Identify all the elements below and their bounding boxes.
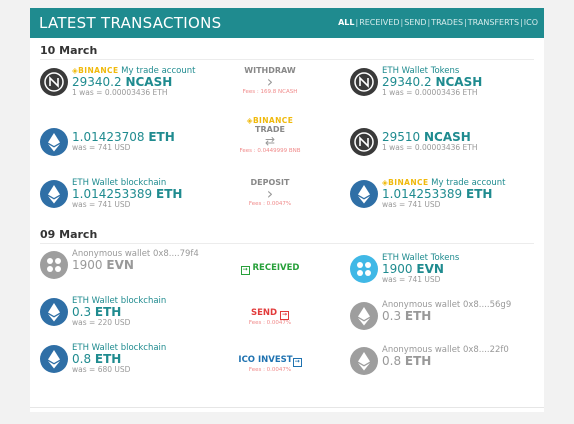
tx-from-account[interactable]: ETH Wallet blockchain 0.3 ETH was = 220 … — [40, 296, 200, 332]
panel-header: LATEST TRANSACTIONS ALL|RECEIVED|SEND|TR… — [30, 8, 544, 38]
rate-text: 1 was = 0.00003436 ETH — [382, 143, 478, 152]
amount-value: 1.014253389 — [72, 187, 153, 201]
amount-unit: EVN — [106, 258, 134, 272]
tx-action-trade[interactable]: ◈BINANCE TRADE ⇄ Fees : 0.0449999 BNB — [210, 116, 330, 154]
send-icon: → — [280, 311, 290, 320]
fees-text: Fees : 169.8 NCASH — [242, 89, 298, 95]
filter-ico[interactable]: ICO — [524, 18, 538, 27]
tx-from-account[interactable]: ETH Wallet blockchain 1.014253389 ETH wa… — [40, 178, 200, 214]
tx-action-send[interactable]: SEND → Fees : 0.0047% — [210, 308, 330, 326]
tx-from-account[interactable]: 1.01423708 ETH was = 741 USD — [40, 126, 200, 162]
eth-icon — [40, 180, 68, 208]
eth-icon — [350, 302, 378, 330]
panel-title: LATEST TRANSACTIONS — [39, 14, 222, 32]
chevron-right-icon: › — [266, 184, 274, 203]
amount-unit: EVN — [416, 262, 444, 276]
filter-transferts[interactable]: TRANSFERTS — [468, 18, 519, 27]
date-heading: 10 March — [40, 44, 98, 57]
amount-unit: NCASH — [424, 130, 471, 144]
tx-to-account[interactable]: Anonymous wallet 0x8....56g9 0.3 ETH — [350, 300, 511, 336]
amount-unit: ETH — [466, 187, 493, 201]
tx-from-account[interactable]: ◈BINANCE My trade account 29340.2 NCASH … — [40, 66, 200, 102]
action-label: TRADE — [255, 125, 285, 134]
tx-from-account[interactable]: Anonymous wallet 0x8....79f4 1900 EVN — [40, 249, 200, 285]
binance-label: ◈BINANCE — [72, 66, 119, 75]
divider — [40, 59, 534, 60]
amount-value: 1.01423708 — [72, 130, 145, 144]
rate-text: was = 741 USD — [72, 200, 131, 209]
action-label: RECEIVED — [252, 263, 300, 273]
binance-label: ◈BINANCE — [246, 116, 294, 125]
rate-text: was = 741 USD — [72, 143, 131, 152]
rate-text: was = 741 USD — [382, 275, 441, 284]
amount-value: 1900 — [382, 262, 413, 276]
amount-unit: ETH — [148, 130, 175, 144]
amount-unit: ETH — [94, 352, 122, 366]
amount-unit: ETH — [404, 354, 432, 368]
ncash-icon — [350, 68, 378, 96]
amount-value: 1900 — [72, 258, 103, 272]
evn-icon — [40, 251, 68, 279]
amount-unit: ETH — [156, 187, 183, 201]
amount-value: 29340.2 — [72, 75, 122, 89]
divider — [30, 407, 544, 408]
eth-icon — [40, 298, 68, 326]
amount-value: 0.3 — [382, 309, 402, 323]
amount-value: 0.8 — [72, 352, 92, 366]
rate-text: 1 was = 0.00003436 ETH — [382, 88, 478, 97]
rate-text: was = 741 USD — [382, 200, 441, 209]
tx-to-account[interactable]: 29510 NCASH 1 was = 0.00003436 ETH — [350, 126, 510, 162]
swap-icon: ⇄ — [264, 134, 276, 148]
tx-to-account[interactable]: ETH Wallet Tokens 1900 EVN was = 741 USD — [350, 253, 510, 289]
tx-action-deposit[interactable]: DEPOSIT › Fees : 0.0047% — [210, 178, 330, 207]
amount-value: 0.8 — [382, 354, 402, 368]
ncash-icon — [40, 68, 68, 96]
eth-icon — [40, 345, 68, 373]
fees-text: Fees : 0.0047% — [248, 320, 292, 326]
filter-trades[interactable]: TRADES — [431, 18, 463, 27]
invest-icon: → — [292, 358, 302, 367]
tx-to-account[interactable]: Anonymous wallet 0x8....22f0 0.8 ETH — [350, 345, 510, 381]
binance-label: ◈BINANCE — [382, 178, 429, 187]
tx-to-account[interactable]: ◈BINANCE My trade account 1.014253389 ET… — [350, 178, 510, 214]
fees-text: Fees : 0.0047% — [248, 201, 292, 207]
amount-unit: NCASH — [125, 75, 173, 89]
fees-text: Fees : 0.0449999 BNB — [239, 148, 301, 154]
amount-unit: ETH — [94, 305, 122, 319]
rate-text: 1 was = 0.00003436 ETH — [72, 88, 168, 97]
tx-action-ico-invest[interactable]: ICO INVEST → Fees : 0.0047% — [210, 355, 330, 373]
amount-value: 29340.2 — [382, 75, 432, 89]
received-icon: → — [240, 266, 250, 275]
action-label: SEND — [250, 308, 278, 318]
tx-action-received[interactable]: → RECEIVED — [210, 263, 330, 275]
rate-text: was = 680 USD — [72, 365, 131, 374]
filter-all[interactable]: ALL — [338, 18, 354, 27]
rate-text: was = 220 USD — [72, 318, 131, 327]
date-heading: 09 March — [40, 228, 98, 241]
filter-received[interactable]: RECEIVED — [359, 18, 399, 27]
tx-from-account[interactable]: ETH Wallet blockchain 0.8 ETH was = 680 … — [40, 343, 200, 379]
filter-tabs: ALL|RECEIVED|SEND|TRADES|TRANSFERTS|ICO — [338, 18, 538, 27]
amount-value: 29510 — [382, 130, 421, 144]
amount-value: 1.014253389 — [382, 187, 463, 201]
ncash-icon — [350, 128, 378, 156]
amount-value: 0.3 — [72, 305, 92, 319]
evn-icon — [350, 255, 378, 283]
divider — [40, 243, 534, 244]
eth-icon — [350, 347, 378, 375]
amount-unit: ETH — [404, 309, 432, 323]
amount-unit: NCASH — [435, 75, 483, 89]
filter-send[interactable]: SEND — [404, 18, 426, 27]
action-label: ICO INVEST — [238, 355, 293, 365]
chevron-right-icon: › — [266, 72, 274, 91]
eth-icon — [40, 128, 68, 156]
tx-to-account[interactable]: ETH Wallet Tokens 29340.2 NCASH 1 was = … — [350, 66, 510, 102]
latest-transactions-panel: LATEST TRANSACTIONS ALL|RECEIVED|SEND|TR… — [30, 8, 544, 412]
tx-action-withdraw[interactable]: WITHDRAW › Fees : 169.8 NCASH — [210, 66, 330, 95]
fees-text: Fees : 0.0047% — [248, 367, 292, 373]
eth-icon — [350, 180, 378, 208]
